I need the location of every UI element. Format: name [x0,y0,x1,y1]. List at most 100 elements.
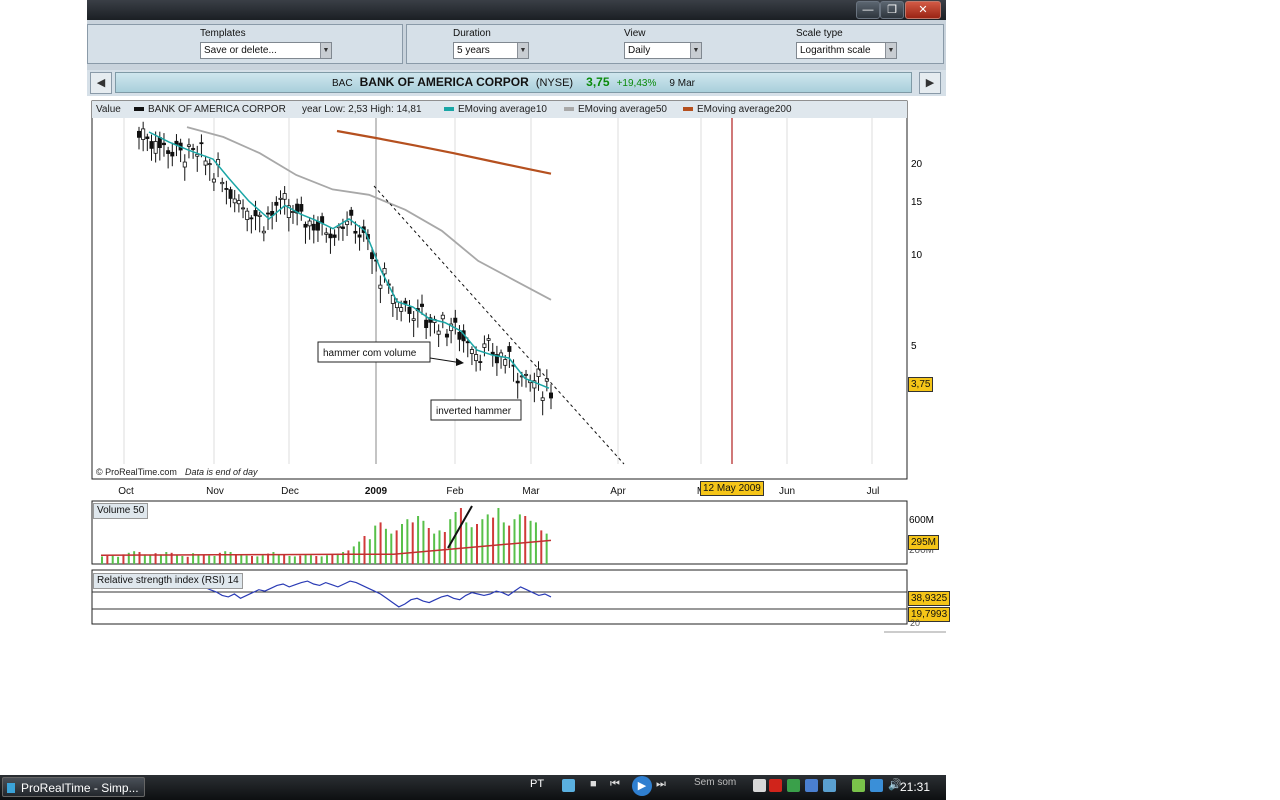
candle-body [261,230,266,234]
x-tick-label: Jul [867,486,880,497]
tray-security-icon[interactable] [852,779,865,792]
tray-doc-icon[interactable] [753,779,766,792]
candle-body [232,198,237,204]
tray-clock[interactable]: 21:31 [900,780,930,794]
volume-bar [159,554,162,564]
minimize-button[interactable]: — [856,1,880,19]
volume-bar [347,550,350,564]
candle-body [349,209,354,216]
templates-select[interactable]: Save or delete... ▼ [200,42,332,59]
chevron-down-icon[interactable]: ▼ [885,43,896,58]
candle-body [282,193,287,200]
candle-body [186,144,191,147]
candle-body [486,338,491,341]
volume-bar [427,528,430,564]
candle-body [161,142,166,146]
chevron-down-icon[interactable]: ▼ [517,43,528,58]
tray-app-icon[interactable] [823,779,836,792]
media-play-icon[interactable]: ▶ [632,776,652,796]
candle-body [157,137,162,148]
volume-bar [213,556,216,564]
candle-body [207,163,212,166]
volume-bar [470,527,473,564]
taskbar-app-button[interactable]: ProRealTime - Simp... [2,777,145,797]
scale-select[interactable]: Logarithm scale ▼ [796,42,897,59]
candle-body [145,136,150,139]
view-select[interactable]: Daily ▼ [624,42,702,59]
legend-ema200[interactable]: EMoving average200 [683,101,792,118]
tray-network-icon[interactable] [787,779,800,792]
previous-chart-icon[interactable]: ◀ [90,72,112,94]
candle-body [199,142,204,145]
rsi-title[interactable]: Relative strength index (RSI) 14 [93,573,243,589]
candle-body [236,200,241,205]
legend-ema10[interactable]: EMoving average10 [444,101,547,118]
language-indicator[interactable]: PT [530,778,544,790]
candle-body [249,217,254,220]
volume-tick-600m: 600M [909,515,935,526]
media-stop-icon[interactable]: ■ [590,778,597,790]
volume-bar [143,554,146,564]
tray-ati-icon[interactable] [769,779,782,792]
chart-credit: © ProRealTime.com [96,467,177,477]
price-tick-20: 20 [911,159,923,170]
candle-body [203,160,208,166]
chevron-down-icon[interactable]: ▼ [690,43,701,58]
volume-bar [518,514,521,564]
volume-bar [101,556,103,564]
legend-ema50[interactable]: EMoving average50 [564,101,667,118]
tray-flag-icon[interactable] [805,779,818,792]
media-prev-icon[interactable]: ⏮ [610,778,620,791]
volume-bar [486,514,489,564]
legend-series-price[interactable]: BANK OF AMERICA CORPOR [134,101,286,118]
annotation-inverted-text: inverted hammer [436,406,512,417]
legend-year-range: year Low: 2,53 High: 14,81 [302,104,422,115]
duration-value: 5 years [457,45,490,56]
volume-bar [374,525,377,564]
candle-body [228,189,233,199]
volume-bar [545,533,548,564]
candle-body [307,220,312,227]
candle-body [149,141,154,149]
volume-title[interactable]: Volume 50 [93,503,149,519]
volume-bar [406,519,409,564]
candle-body [220,181,225,185]
close-button[interactable]: ✕ [905,1,941,19]
volume-bar [502,522,505,564]
candle-body [245,210,250,220]
candle-body [399,307,404,312]
volume-bar [384,528,387,564]
candle-body [257,214,262,217]
candle-body [170,151,175,157]
volume-bar [245,555,248,564]
candle-body [328,233,333,239]
next-chart-icon[interactable]: ▶ [919,72,941,94]
candle-body [166,150,171,154]
volume-bar [138,552,141,564]
candle-body [395,301,400,309]
volume-bar [336,553,339,564]
restore-button[interactable]: ❐ [880,1,904,19]
x-tick-label: Feb [446,486,464,497]
candle-body [444,333,449,338]
volume-bar [513,519,516,564]
media-next-icon[interactable]: ⏭ [656,778,666,791]
volume-bar [454,512,457,564]
candle-body [182,161,187,168]
volume-bar [117,556,120,564]
view-value: Daily [628,45,651,56]
volume-bar [133,551,136,564]
chevron-down-icon[interactable]: ▼ [320,43,331,58]
candle-body [195,153,200,157]
candle-body [440,314,445,320]
app-icon [7,783,15,793]
media-player-icon[interactable] [562,779,575,792]
chart-canvas[interactable]: hammer com volume inverted hammer © ProR… [87,96,946,634]
scale-label: Scale type [796,28,843,39]
duration-select[interactable]: 5 years ▼ [453,42,529,59]
volume-bar [524,516,527,564]
volume-bar [443,532,446,564]
tray-connection-icon[interactable] [870,779,883,792]
volume-bar [390,533,393,564]
volume-bar [315,556,318,564]
